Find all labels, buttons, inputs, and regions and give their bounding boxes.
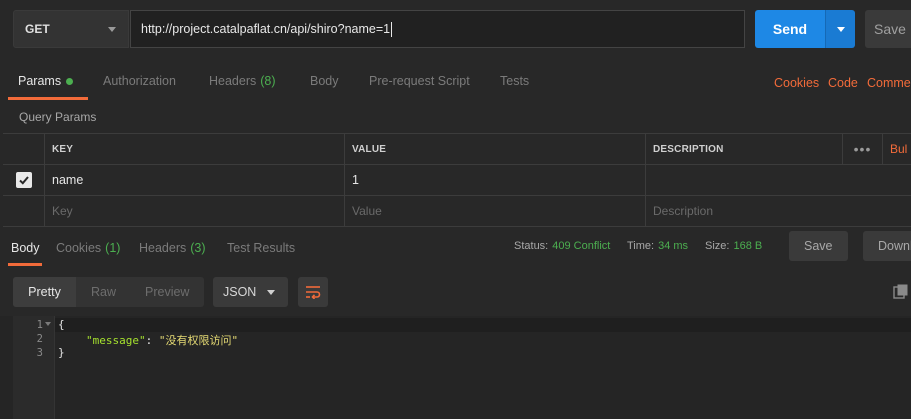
time-value: 34 ms [658, 240, 689, 252]
format-select-label: JSON [223, 285, 257, 299]
param-key-cell[interactable]: name [45, 165, 345, 195]
size-label: Size: [705, 240, 730, 252]
url-input[interactable]: http://project.catalpaflat.cn/api/shiro?… [130, 10, 745, 48]
response-tab-body[interactable]: Body [11, 233, 40, 263]
more-options-button[interactable]: ••• [843, 134, 883, 164]
send-options-button[interactable] [825, 10, 855, 48]
new-value-input[interactable]: Value [345, 196, 646, 226]
response-headers-label: Headers [139, 241, 187, 255]
query-params-table: KEY VALUE DESCRIPTION ••• Bul name 1 Key… [3, 133, 911, 227]
cookies-link[interactable]: Cookies [774, 76, 819, 90]
chevron-down-icon [267, 290, 275, 295]
code-line-2: "message": "没有权限访问" [86, 332, 238, 348]
line-number: 3 [36, 347, 43, 359]
size-info: Size: 168 B [705, 240, 762, 252]
url-text: http://project.catalpaflat.cn/api/shiro?… [141, 22, 391, 36]
response-tab-headers[interactable]: Headers (3) [139, 233, 206, 263]
json-value: "没有权限访问" [158, 334, 239, 347]
pretty-button[interactable]: Pretty [13, 277, 76, 307]
tab-authorization[interactable]: Authorization [103, 62, 176, 100]
time-info: Time: 34 ms [627, 240, 688, 252]
tab-params-label: Params [18, 74, 62, 88]
json-key: "message" [86, 334, 146, 347]
time-label: Time: [627, 240, 655, 252]
format-select[interactable]: JSON [213, 277, 288, 307]
fold-arrow-icon[interactable] [45, 322, 51, 326]
column-description: DESCRIPTION [646, 134, 843, 164]
param-description-cell[interactable] [646, 165, 911, 195]
header-check-cell [3, 134, 45, 164]
chevron-down-icon [836, 26, 845, 32]
row-checkbox[interactable] [15, 172, 32, 188]
empty-check-cell [3, 196, 45, 226]
send-button[interactable]: Send [755, 10, 825, 48]
wrap-lines-button[interactable] [298, 277, 328, 307]
param-value-cell[interactable]: 1 [345, 165, 646, 195]
save-button[interactable]: Save [865, 10, 911, 48]
response-tab-test-results[interactable]: Test Results [227, 233, 295, 263]
tab-body[interactable]: Body [310, 62, 339, 100]
method-select[interactable]: GET [13, 10, 129, 48]
text-cursor [391, 21, 393, 37]
new-description-input[interactable]: Description [646, 196, 911, 226]
new-key-input[interactable]: Key [45, 196, 345, 226]
response-tab-cookies[interactable]: Cookies (1) [56, 233, 120, 263]
query-params-title: Query Params [19, 110, 97, 124]
tab-prerequest-script[interactable]: Pre-request Script [369, 62, 470, 100]
response-cookies-label: Cookies [56, 241, 102, 255]
tab-tests[interactable]: Tests [500, 62, 529, 100]
method-label: GET [25, 22, 50, 36]
copy-icon[interactable] [893, 284, 909, 300]
code-line-1: { [58, 318, 65, 331]
status-value: 409 Conflict [552, 240, 611, 252]
bulk-edit-label: Bul [890, 142, 908, 156]
code-line-3: } [58, 346, 65, 359]
more-dots-icon: ••• [853, 141, 872, 157]
tab-headers[interactable]: Headers (8) [209, 62, 276, 100]
tab-headers-label: Headers [209, 74, 257, 88]
save-response-button[interactable]: Save [789, 231, 848, 261]
table-header-row: KEY VALUE DESCRIPTION ••• Bul [3, 134, 911, 165]
size-value: 168 B [733, 240, 763, 252]
column-value: VALUE [345, 134, 646, 164]
response-headers-count: (3) [190, 241, 206, 255]
row-checkbox-cell [3, 165, 45, 195]
chevron-down-icon [108, 27, 116, 32]
checkmark-icon [18, 176, 29, 185]
code-link[interactable]: Code [828, 76, 858, 90]
headers-count: (8) [260, 74, 276, 88]
line-number: 1 [36, 319, 43, 331]
column-key: KEY [45, 134, 345, 164]
tab-params[interactable]: Params [18, 62, 74, 100]
table-row-empty: Key Value Description [3, 196, 911, 227]
raw-button[interactable]: Raw [91, 277, 116, 307]
bulk-edit-link[interactable]: Bul [883, 134, 911, 164]
preview-button[interactable]: Preview [145, 277, 189, 307]
active-line-highlight [55, 318, 911, 332]
download-button[interactable]: Downl [863, 231, 911, 261]
line-number: 2 [36, 333, 43, 345]
view-mode-toggle: Pretty Raw Preview [13, 277, 204, 307]
active-dot-icon [66, 77, 74, 85]
line-gutter [13, 316, 55, 419]
comments-link[interactable]: Comme [867, 76, 911, 90]
json-colon: : [145, 334, 159, 347]
active-tab-indicator [8, 97, 88, 100]
status-label: Status: [514, 240, 549, 252]
table-row: name 1 [3, 165, 911, 196]
status-info: Status: 409 Conflict [514, 240, 610, 252]
active-response-tab-indicator [8, 263, 42, 266]
response-cookies-count: (1) [105, 241, 121, 255]
wrap-icon [306, 286, 321, 299]
